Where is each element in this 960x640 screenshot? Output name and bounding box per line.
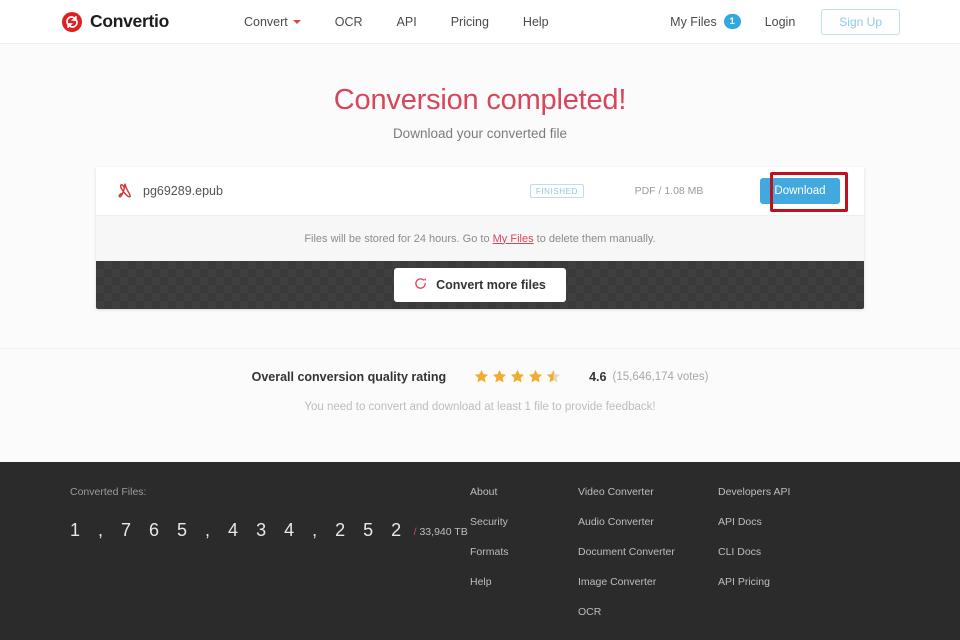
rating-section: Overall conversion quality rating 4.6 (1… (0, 369, 960, 414)
download-button-wrapper: Download (754, 178, 846, 204)
nav-item-pricing[interactable]: Pricing (434, 15, 506, 29)
my-files-inline-link[interactable]: My Files (493, 233, 534, 245)
storage-info-text-before: Files will be stored for 24 hours. Go to (304, 232, 493, 245)
convertio-logo-icon (62, 11, 82, 32)
login-link[interactable]: Login (765, 15, 822, 29)
brand-logo[interactable]: Convertio (62, 11, 169, 32)
page-subtitle: Download your converted file (392, 126, 568, 141)
footer-link-api-pricing[interactable]: API Pricing (718, 576, 838, 588)
section-divider (0, 348, 960, 349)
footer-link-image-converter[interactable]: Image Converter (578, 576, 718, 588)
star-icon-full[interactable] (528, 369, 543, 384)
footer-link-audio-converter[interactable]: Audio Converter (578, 516, 718, 528)
footer-column-converters: Video Converter Audio Converter Document… (578, 486, 718, 640)
signup-button[interactable]: Sign Up (821, 8, 900, 35)
page-title: Conversion completed! (333, 84, 627, 116)
main-navigation: Convert OCR API Pricing Help (227, 15, 566, 29)
status-badge: FINISHED (529, 184, 584, 198)
my-files-label: My Files (670, 14, 717, 29)
counter-label: Converted Files: (70, 486, 147, 498)
counter-row: 1 , 7 6 5 , 4 3 4 , 2 5 2 / 33,940 TB (70, 520, 470, 541)
footer-link-about[interactable]: About (470, 486, 578, 498)
nav-item-convert-label: Convert (243, 14, 288, 29)
storage-info-text-after: to delete them manually. (533, 232, 656, 245)
site-header: Convertio Convert OCR API Pricing Help M… (0, 0, 960, 44)
footer-column-developers: Developers API API Docs CLI Docs API Pri… (718, 486, 838, 640)
nav-item-convert[interactable]: Convert (227, 15, 318, 29)
counter-slash: / (413, 526, 417, 538)
refresh-icon (414, 277, 427, 293)
my-files-link[interactable]: My Files 1 (670, 14, 765, 29)
footer-link-ocr[interactable]: OCR (578, 606, 718, 618)
counter-size-value: 33,940 TB (419, 526, 468, 538)
nav-item-ocr[interactable]: OCR (318, 15, 380, 29)
footer-link-security[interactable]: Security (470, 516, 578, 528)
footer-column-company: About Security Formats Help (470, 486, 578, 640)
counter-digits: 1 , 7 6 5 , 4 3 4 , 2 5 2 (70, 520, 408, 540)
nav-item-help[interactable]: Help (506, 15, 566, 29)
storage-info-text: Files will be stored for 24 hours. Go to… (304, 233, 655, 245)
header-actions: My Files 1 Login Sign Up (670, 8, 900, 35)
star-icon-full[interactable] (474, 369, 489, 384)
rating-votes: (15,646,174 votes) (612, 370, 709, 383)
page-root: Convertio Convert OCR API Pricing Help M… (0, 0, 960, 640)
footer-link-help[interactable]: Help (470, 576, 578, 588)
rating-value: 4.6 (589, 369, 607, 384)
footer-link-video-converter[interactable]: Video Converter (578, 486, 718, 498)
footer-link-formats[interactable]: Formats (470, 546, 578, 558)
convert-more-files-label: Convert more files (436, 278, 546, 292)
convert-more-files-button[interactable]: Convert more files (394, 268, 566, 302)
nav-item-api[interactable]: API (380, 15, 434, 29)
file-name: pg69289.epub (143, 184, 223, 198)
chevron-down-icon (292, 19, 301, 24)
rating-line: Overall conversion quality rating 4.6 (1… (0, 369, 960, 384)
footer-link-cli-docs[interactable]: CLI Docs (718, 546, 838, 558)
file-meta: PDF / 1.08 MB (634, 185, 704, 197)
site-footer: Converted Files: 1 , 7 6 5 , 4 3 4 , 2 5… (0, 462, 960, 640)
storage-info-bar: Files will be stored for 24 hours. Go to… (96, 215, 864, 261)
pdf-file-icon (114, 183, 136, 199)
hero-section: Conversion completed! Download your conv… (0, 44, 960, 141)
converted-files-counter: Converted Files: 1 , 7 6 5 , 4 3 4 , 2 5… (70, 486, 470, 640)
star-icon-full[interactable] (492, 369, 507, 384)
star-icon-full[interactable] (510, 369, 525, 384)
footer-link-developers-api[interactable]: Developers API (718, 486, 838, 498)
feedback-note: You need to convert and download at leas… (304, 401, 656, 413)
footer-link-document-converter[interactable]: Document Converter (578, 546, 718, 558)
rating-label: Overall conversion quality rating (251, 369, 447, 384)
convert-more-band: Convert more files (96, 261, 864, 309)
my-files-count-badge: 1 (723, 14, 741, 29)
counter-size: / 33,940 TB (414, 526, 468, 541)
download-button[interactable]: Download (760, 178, 840, 204)
footer-link-api-docs[interactable]: API Docs (718, 516, 838, 528)
conversion-result-card: pg69289.epub FINISHED PDF / 1.08 MB Down… (96, 167, 864, 309)
brand-name: Convertio (90, 11, 169, 31)
star-rating[interactable] (474, 369, 561, 384)
star-icon-half[interactable] (546, 369, 561, 384)
file-row: pg69289.epub FINISHED PDF / 1.08 MB Down… (96, 167, 864, 215)
